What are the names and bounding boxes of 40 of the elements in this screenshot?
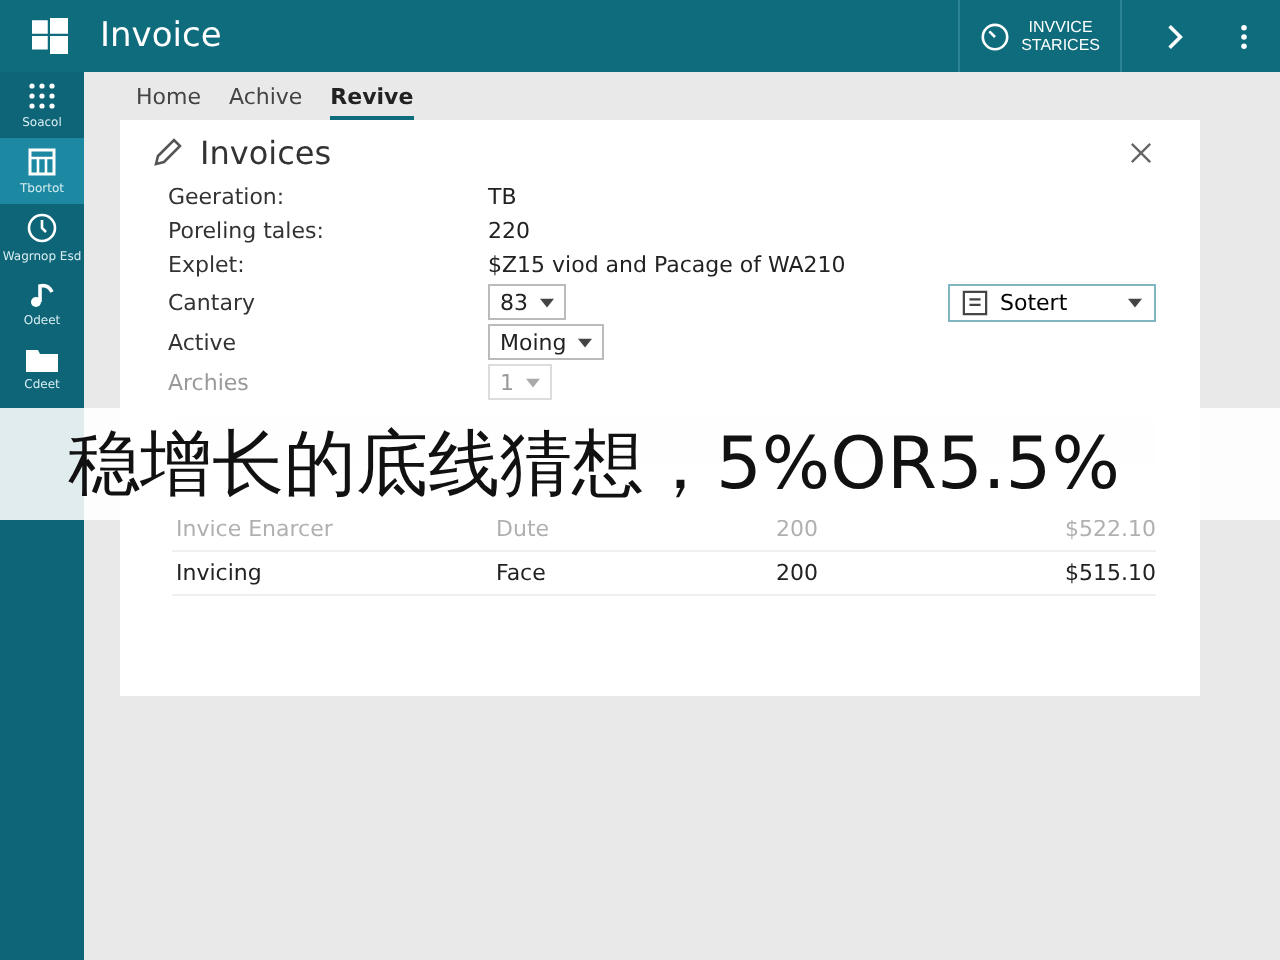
table-cell-text: $522.10 <box>1063 516 1156 542</box>
table-cell-text: Invicing <box>174 560 264 586</box>
table-cell-text: $515.10 <box>1063 560 1156 586</box>
status-button[interactable]: INVVICE STARICES <box>957 0 1122 72</box>
table-cell-text: 200 <box>776 560 820 586</box>
caret-down-icon <box>526 377 540 387</box>
tab[interactable]: Achive <box>228 72 303 120</box>
caption-text: 稳增长的底线猜想，5%OR5.5% <box>68 421 1120 509</box>
field-label: Cantary <box>168 289 257 315</box>
caret-down-icon <box>578 337 593 347</box>
caret-down-icon <box>1128 297 1142 307</box>
field-label: Poreling tales: <box>168 218 326 244</box>
tab[interactable]: Home <box>136 72 201 120</box>
field-value: TB <box>488 184 517 210</box>
window-title: Invoice <box>100 16 222 56</box>
field-label: Explet: <box>168 252 247 278</box>
field-value: 220 <box>488 218 530 244</box>
table-cell-text: Dute <box>496 516 552 542</box>
field-label: Geeration: <box>168 184 287 210</box>
table-icon <box>28 147 56 175</box>
dialog-title: Invoices <box>200 133 332 171</box>
caret-down-icon <box>540 297 554 307</box>
dropdown[interactable]: Moing <box>488 324 605 360</box>
folder-icon <box>26 347 58 371</box>
pencil-icon <box>152 136 184 168</box>
sort-dropdown[interactable]: Sotert <box>948 283 1156 321</box>
dropdown[interactable]: 83 <box>488 284 566 320</box>
list-icon <box>962 289 988 315</box>
grid-icon <box>28 81 56 109</box>
field-label: Archies <box>168 369 251 395</box>
table-cell-text: Face <box>496 560 548 586</box>
table-cell-text: 200 <box>776 516 820 542</box>
music-note-icon <box>28 279 56 307</box>
windows-logo-icon <box>32 18 68 54</box>
field-label: Active <box>168 329 239 355</box>
close-icon[interactable] <box>1126 137 1156 167</box>
clock-icon <box>979 21 1010 51</box>
field-value: $Z15 viod and Pacage of WA210 <box>488 252 846 278</box>
clock-icon <box>26 211 58 243</box>
table-cell-text: Invice Enarcer <box>174 516 335 542</box>
